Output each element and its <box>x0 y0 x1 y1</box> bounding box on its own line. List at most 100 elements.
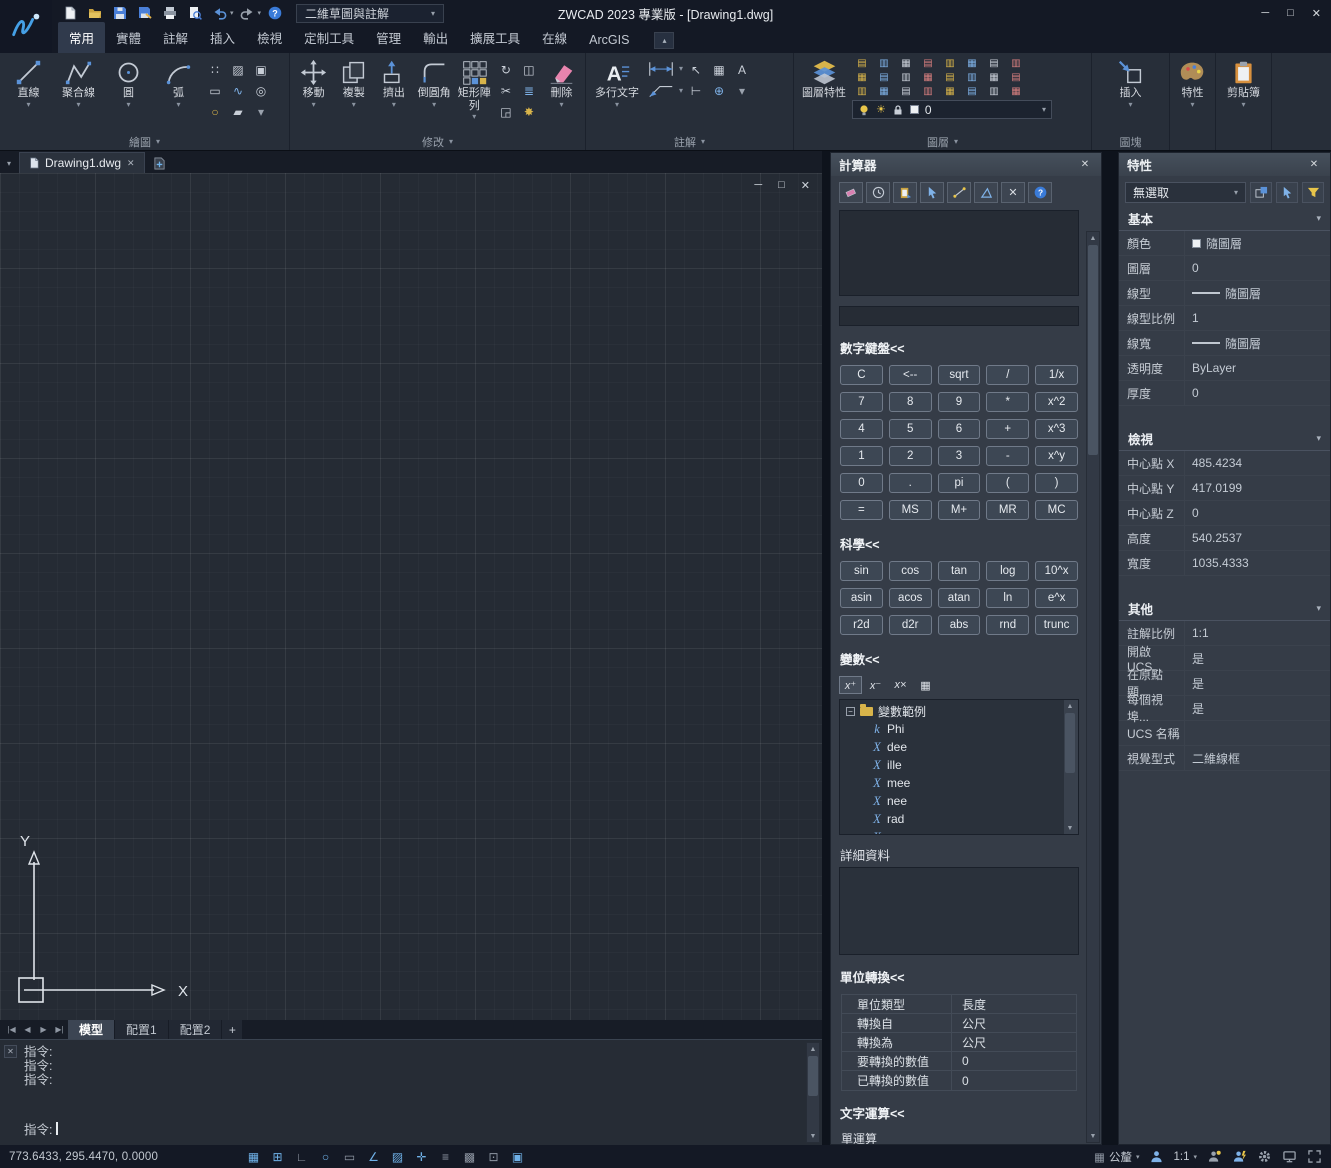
selection-cycling-icon[interactable]: ▣ <box>507 1148 528 1165</box>
calculator-scrollbar[interactable]: ▲ ▼ <box>1086 231 1100 1143</box>
property-value[interactable]: 0 <box>1185 256 1330 280</box>
polyline-button[interactable]: 聚合線 <box>55 57 102 111</box>
arc-button[interactable]: 弧 <box>155 57 202 111</box>
object-snap-tracking-icon[interactable]: ▭ <box>339 1148 360 1165</box>
layout-prev-icon[interactable]: ◀ <box>20 1025 35 1034</box>
scroll-up-icon[interactable]: ▲ <box>1064 700 1076 712</box>
layer-set-current-icon[interactable]: ▤ <box>874 71 894 84</box>
dynamic-input-icon[interactable]: ✛ <box>411 1148 432 1165</box>
viewport-minimize-icon[interactable]: ─ <box>754 179 762 192</box>
viewport-restore-icon[interactable]: □ <box>778 179 785 192</box>
property-row-thickness[interactable]: 厚度0 <box>1119 381 1330 406</box>
layer-on-icon[interactable]: ▥ <box>874 57 894 70</box>
lineweight-display-icon[interactable]: ≡ <box>435 1148 456 1165</box>
layer-isolate-icon[interactable]: ▤ <box>984 57 1004 70</box>
calc-key-1/x[interactable]: 1/x <box>1035 365 1078 385</box>
save-as-icon[interactable] <box>133 3 156 23</box>
panel-label-layers[interactable]: 圖層 <box>794 134 1091 150</box>
spline-icon[interactable]: ∿ <box>228 81 248 100</box>
layer-lock-icon[interactable]: ▥ <box>940 57 960 70</box>
file-tab-drawing1[interactable]: Drawing1.dwg ✕ <box>19 152 145 173</box>
property-value[interactable]: 1 <box>1185 306 1330 330</box>
new-file-icon[interactable] <box>58 3 81 23</box>
tree-collapse-icon[interactable]: − <box>846 707 855 716</box>
window-maximize-icon[interactable]: □ <box>1287 7 1294 19</box>
layer-state-icon[interactable]: ▦ <box>918 71 938 84</box>
ribbon-tab-annotate[interactable]: 註解 <box>152 22 199 53</box>
variable-calculator-icon[interactable]: ▦ <box>914 676 937 694</box>
selection-dropdown[interactable]: 無選取 ▾ <box>1125 182 1246 203</box>
calc-sci-key-trunc[interactable]: trunc <box>1035 615 1078 635</box>
units-section-header[interactable]: 單位轉換<< <box>831 955 1087 992</box>
unit-dropdown[interactable]: ▦ 公釐 ▾ <box>1094 1149 1139 1165</box>
property-value[interactable]: 540.2537 <box>1185 526 1330 550</box>
property-row-center-x[interactable]: 中心點 X485.4234 <box>1119 451 1330 476</box>
ribbon-collapse-icon[interactable]: ▴ <box>654 32 674 49</box>
ribbon-tab-view[interactable]: 檢視 <box>246 22 293 53</box>
layer-delete-icon[interactable]: ▥ <box>852 85 872 98</box>
calc-key-5[interactable]: 5 <box>889 419 932 439</box>
ribbon-tab-express-tools[interactable]: 擴展工具 <box>459 22 531 53</box>
property-row-color[interactable]: 顏色隨圖層 <box>1119 231 1330 256</box>
ribbon-tab-custom-tools[interactable]: 定制工具 <box>293 22 365 53</box>
get-coordinates-icon[interactable] <box>920 182 944 203</box>
text-ops-section-header[interactable]: 文字運算<< <box>831 1091 1087 1122</box>
calc-key-MC[interactable]: MC <box>1035 500 1078 520</box>
calculator-palette-titlebar[interactable]: 計算器 ✕ <box>831 153 1101 176</box>
scrollbar-thumb[interactable] <box>1065 713 1075 773</box>
properties-palette-titlebar[interactable]: 特性 ✕ <box>1119 153 1330 176</box>
calc-sci-key-e^x[interactable]: e^x <box>1035 588 1078 608</box>
scroll-up-icon[interactable]: ▲ <box>807 1043 819 1055</box>
calc-key-1[interactable]: 1 <box>840 446 883 466</box>
calculator-help-icon[interactable]: ? <box>1028 182 1052 203</box>
trim-icon[interactable]: ✂ <box>496 81 516 100</box>
line-button[interactable]: 直線 <box>5 57 52 111</box>
calc-sci-key-sin[interactable]: sin <box>840 561 883 581</box>
property-row-lineweight[interactable]: 線寬隨圖層 <box>1119 331 1330 356</box>
property-row-ucs-per-viewport[interactable]: 每個視埠...是 <box>1119 696 1330 721</box>
layer-change-icon[interactable]: ▤ <box>896 85 916 98</box>
variable-item-Phi[interactable]: kPhi <box>840 720 1078 738</box>
save-icon[interactable] <box>108 3 131 23</box>
calc-key-8[interactable]: 8 <box>889 392 932 412</box>
property-value[interactable]: 1:1 <box>1185 621 1330 645</box>
property-value[interactable]: 1035.4333 <box>1185 551 1330 575</box>
calc-key-9[interactable]: 9 <box>938 392 981 412</box>
print-preview-icon[interactable] <box>183 3 206 23</box>
scrollbar-thumb[interactable] <box>1088 245 1098 455</box>
calc-sci-key-atan[interactable]: atan <box>938 588 981 608</box>
panel-label-annotate[interactable]: 註解 <box>586 134 793 150</box>
scroll-up-icon[interactable]: ▲ <box>1087 232 1099 244</box>
window-close-icon[interactable]: ✕ <box>1312 7 1321 20</box>
auto-annotation-icon[interactable] <box>1231 1149 1247 1165</box>
unit-row-value[interactable]: 公尺 <box>952 1014 1076 1032</box>
osnap-icon[interactable]: ○ <box>315 1148 336 1165</box>
insert-block-button[interactable]: 插入 <box>1107 57 1154 111</box>
variables-tree[interactable]: − 變數範例 kPhiXdeeXilleXmeeXneeXradXvee ▲ ▼ <box>839 699 1079 835</box>
file-tab-close-icon[interactable]: ✕ <box>127 158 135 169</box>
fillet-button[interactable]: 倒圓角 <box>416 57 453 111</box>
new-variable-icon[interactable]: x⁺ <box>839 676 862 694</box>
multileader-button[interactable] <box>646 82 683 100</box>
calc-sci-key-d2r[interactable]: d2r <box>889 615 932 635</box>
command-prompt[interactable]: 指令: <box>24 1119 58 1138</box>
variable-item-vee[interactable]: Xvee <box>840 828 1078 835</box>
toggle-pickadd-icon[interactable] <box>1250 182 1272 203</box>
property-value[interactable]: 485.4234 <box>1185 451 1330 475</box>
mtext-button[interactable]: A 多行文字 <box>591 57 643 111</box>
unit-row-value[interactable]: 長度 <box>952 995 1076 1013</box>
layer-unisolate-icon[interactable]: ▥ <box>1006 57 1026 70</box>
calc-key-M+[interactable]: M+ <box>938 500 981 520</box>
property-value[interactable]: 隨圖層 <box>1185 331 1330 355</box>
properties-section-misc[interactable]: 其他▾ <box>1119 597 1330 621</box>
scale-icon[interactable]: ◲ <box>496 102 516 121</box>
calc-sci-key-rnd[interactable]: rnd <box>986 615 1029 635</box>
calc-key-C[interactable]: C <box>840 365 883 385</box>
layer-copy-object-icon[interactable]: ▦ <box>874 85 894 98</box>
erase-button[interactable]: 刪除 <box>543 57 580 111</box>
circle-button[interactable]: 圓 <box>105 57 152 111</box>
grid-icon[interactable]: ▦ <box>243 1148 264 1165</box>
calc-key-MR[interactable]: MR <box>986 500 1029 520</box>
property-value[interactable]: 二維線框 <box>1185 746 1330 770</box>
command-window-close-icon[interactable]: ✕ <box>4 1045 17 1058</box>
